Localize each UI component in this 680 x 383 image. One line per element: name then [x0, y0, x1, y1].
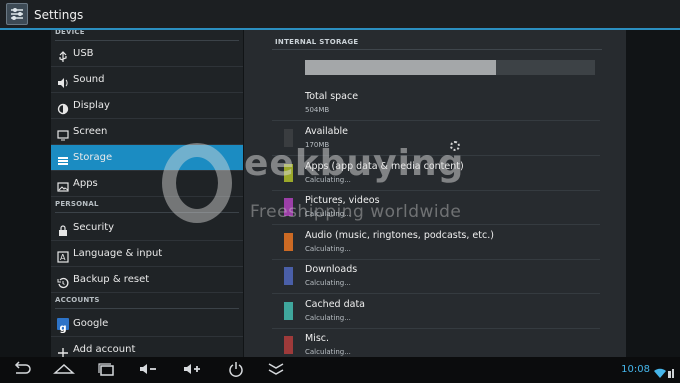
menu-item-screen[interactable]: Screen	[51, 119, 243, 145]
menu-item-apps[interactable]: Apps	[51, 171, 243, 197]
power-icon[interactable]	[224, 361, 248, 379]
menu-item-usb[interactable]: USB	[51, 41, 243, 67]
menu-item-label: Apps	[73, 178, 98, 189]
row-value: Calculating...	[305, 176, 351, 184]
brightness-icon	[57, 100, 69, 115]
storage-row-available: Available 170MB	[272, 121, 600, 156]
storage-icon	[57, 152, 69, 165]
plus-icon	[57, 344, 69, 357]
row-title: Misc.	[305, 333, 330, 344]
menu-item-label: Screen	[73, 126, 108, 137]
page-title: Settings	[34, 8, 84, 22]
section-header-accounts: ACCOUNTS	[55, 296, 239, 309]
menu-item-security[interactable]: Security	[51, 215, 243, 241]
menu-item-label: USB	[73, 48, 94, 59]
volume-up-icon[interactable]	[180, 361, 208, 379]
menu-item-label: Sound	[73, 74, 105, 85]
apps-icon	[57, 178, 69, 192]
storage-row-total: Total space 504MB	[272, 86, 600, 121]
navigation-bar: 10:08	[0, 357, 680, 383]
menu-item-sound[interactable]: Sound	[51, 67, 243, 93]
color-swatch	[284, 302, 293, 320]
color-swatch	[284, 336, 293, 354]
settings-menu: DEVICE USB Sound Display Screen Storage	[51, 30, 243, 357]
menu-item-label: Add account	[73, 344, 136, 355]
row-title: Downloads	[305, 264, 358, 275]
menu-item-label: Language & input	[73, 248, 163, 259]
settings-icon[interactable]	[6, 3, 28, 25]
svg-text:g: g	[60, 323, 67, 333]
status-clock: 10:08	[621, 364, 650, 375]
divider	[272, 49, 602, 50]
row-title: Apps (app data & media content)	[305, 161, 464, 172]
row-title: Pictures, videos	[305, 195, 380, 206]
back-icon[interactable]	[10, 361, 34, 379]
wifi-icon	[653, 364, 675, 378]
menu-item-label: Display	[73, 100, 110, 111]
menu-item-label: Security	[73, 222, 115, 233]
recent-apps-icon[interactable]	[94, 361, 118, 379]
storage-row-apps[interactable]: Apps (app data & media content) Calculat…	[272, 156, 600, 191]
home-icon[interactable]	[52, 361, 76, 379]
backup-icon	[57, 274, 69, 289]
row-value: Calculating...	[305, 210, 351, 218]
volume-down-icon[interactable]	[136, 361, 164, 379]
menu-item-label: Storage	[73, 152, 113, 163]
svg-text:A: A	[60, 253, 66, 262]
color-swatch	[284, 267, 293, 285]
section-header-internal-storage: INTERNAL STORAGE	[275, 38, 359, 46]
menu-item-backup-reset[interactable]: Backup & reset	[51, 267, 243, 293]
storage-usage-bar	[305, 60, 595, 75]
menu-item-google[interactable]: g Google	[51, 311, 243, 337]
storage-row-cached[interactable]: Cached data Calculating...	[272, 294, 600, 329]
keyboard-icon: A	[57, 248, 69, 263]
storage-row-pictures[interactable]: Pictures, videos Calculating...	[272, 190, 600, 225]
storage-row-audio[interactable]: Audio (music, ringtones, podcasts, etc.)…	[272, 225, 600, 260]
menu-item-label: Google	[73, 318, 109, 329]
section-header-device: DEVICE	[55, 30, 239, 41]
row-value: 170MB	[305, 141, 330, 149]
storage-row-downloads[interactable]: Downloads Calculating...	[272, 259, 600, 294]
collapse-icon[interactable]	[264, 361, 288, 379]
usb-icon	[57, 48, 69, 62]
row-title: Audio (music, ringtones, podcasts, etc.)	[305, 230, 494, 241]
storage-usage-fill	[305, 60, 497, 75]
row-title: Available	[305, 126, 349, 137]
row-value: Calculating...	[305, 245, 351, 253]
menu-item-language-input[interactable]: A Language & input	[51, 241, 243, 267]
row-value: Calculating...	[305, 314, 351, 322]
menu-item-add-account[interactable]: Add account	[51, 337, 243, 357]
menu-item-label: Backup & reset	[73, 274, 150, 285]
monitor-icon	[57, 126, 69, 141]
storage-panel: INTERNAL STORAGE Total space 504MB Avail…	[244, 30, 626, 357]
storage-row-misc[interactable]: Misc. Calculating...	[272, 328, 600, 357]
action-bar: Settings	[0, 0, 680, 30]
color-swatch	[284, 164, 293, 182]
row-value: Calculating...	[305, 279, 351, 287]
speaker-icon	[57, 74, 69, 88]
lock-icon	[57, 222, 69, 236]
color-swatch	[284, 198, 293, 216]
color-swatch	[284, 233, 293, 251]
menu-item-display[interactable]: Display	[51, 93, 243, 119]
row-title: Total space	[305, 91, 359, 102]
row-title: Cached data	[305, 299, 365, 310]
row-value: Calculating...	[305, 348, 351, 356]
row-value: 504MB	[305, 106, 330, 114]
loading-spinner-icon	[450, 141, 460, 151]
color-swatch	[284, 129, 293, 147]
google-icon: g	[57, 318, 69, 334]
menu-item-storage[interactable]: Storage	[51, 145, 243, 171]
section-header-personal: PERSONAL	[55, 200, 239, 213]
